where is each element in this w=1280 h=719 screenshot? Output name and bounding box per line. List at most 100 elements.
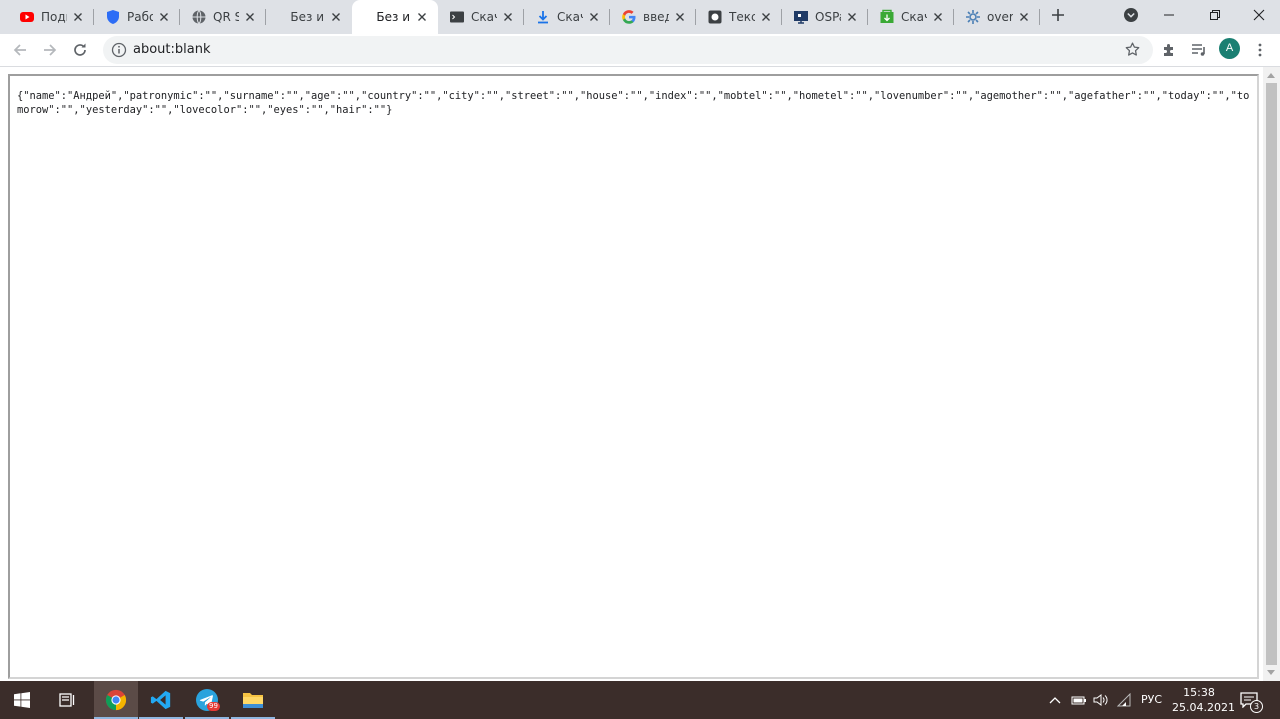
tab-close-icon[interactable] xyxy=(500,9,516,25)
tab-strip: Подк Рабо QR S Без и Без и Скач Скач введ Текст O… xyxy=(0,0,1280,34)
tab-7[interactable]: Скач xyxy=(524,0,610,34)
network-tray-icon[interactable] xyxy=(1117,692,1133,708)
tab-search-button[interactable] xyxy=(1120,4,1142,26)
globe-icon xyxy=(192,10,206,24)
tab-10[interactable]: OSPa xyxy=(782,0,868,34)
tab-8[interactable]: введ xyxy=(610,0,696,34)
tab-4[interactable]: Без и xyxy=(266,0,352,34)
tab-close-icon[interactable] xyxy=(758,9,774,25)
gear-icon xyxy=(966,10,980,24)
tab-title: OSPa xyxy=(815,10,841,24)
tab-title: введ xyxy=(643,10,669,24)
task-view-button[interactable] xyxy=(45,681,89,719)
battery-tray-icon[interactable] xyxy=(1071,692,1087,708)
json-text-content[interactable]: {"name":"Андрей","patronymic":"","surnam… xyxy=(17,89,1253,117)
chevron-up-icon xyxy=(1049,697,1061,704)
folder-icon xyxy=(243,693,263,708)
vscode-icon xyxy=(150,690,171,710)
tab-title: QR S xyxy=(213,10,239,24)
url-text[interactable]: about:blank xyxy=(133,41,211,59)
volume-tray-icon[interactable] xyxy=(1093,692,1109,708)
tab-title: Скач xyxy=(557,10,583,24)
forward-button[interactable] xyxy=(38,38,62,62)
tab-close-icon[interactable] xyxy=(328,9,344,25)
tab-close-icon[interactable] xyxy=(1016,9,1032,25)
tab-title: Скач xyxy=(901,10,927,24)
reload-button[interactable] xyxy=(68,38,92,62)
start-button[interactable] xyxy=(0,681,44,719)
back-button[interactable] xyxy=(8,38,32,62)
scroll-down-arrow[interactable] xyxy=(1267,670,1275,675)
terminal-icon xyxy=(450,11,464,23)
arrow-right-icon xyxy=(44,44,57,56)
google-icon xyxy=(622,10,636,24)
menu-button[interactable] xyxy=(1248,38,1272,62)
tab-close-icon[interactable] xyxy=(414,9,430,25)
profile-avatar[interactable]: A xyxy=(1219,38,1240,59)
tab-2[interactable]: Рабо xyxy=(94,0,180,34)
tab-title: Рабо xyxy=(127,10,153,24)
address-bar[interactable]: about:blank xyxy=(103,36,1153,64)
tab-title: overf xyxy=(987,10,1013,24)
system-clock[interactable]: 15:38 25.04.2021 xyxy=(1172,685,1235,715)
wifi-icon xyxy=(1117,693,1131,707)
tab-5[interactable]: Без и xyxy=(352,0,438,34)
scrollbar-thumb[interactable] xyxy=(1266,83,1277,665)
bookmark-star-icon[interactable] xyxy=(1124,41,1141,58)
tab-title: Без и xyxy=(290,10,324,24)
battery-icon xyxy=(1071,696,1086,705)
chevron-down-circle-icon xyxy=(1124,8,1138,22)
show-hidden-icons-button[interactable] xyxy=(1048,692,1062,708)
notification-count-badge: 3 xyxy=(1250,700,1263,713)
restore-icon xyxy=(1210,10,1220,20)
playlist-icon xyxy=(1192,44,1205,56)
page-content: {"name":"Андрей","patronymic":"","surnam… xyxy=(0,67,1280,681)
media-control-button[interactable] xyxy=(1187,38,1211,62)
new-tab-button[interactable] xyxy=(1047,4,1069,26)
close-icon xyxy=(1253,9,1265,21)
restore-button[interactable] xyxy=(1204,4,1226,26)
clock-time: 15:38 xyxy=(1183,686,1215,699)
windows-taskbar: 99 РУС 15:38 25.04.2021 3 xyxy=(0,681,1280,719)
tab-3[interactable]: QR S xyxy=(180,0,266,34)
tab-title: Текст xyxy=(729,10,755,24)
text-area-frame[interactable]: {"name":"Андрей","patronymic":"","surnam… xyxy=(8,74,1259,679)
language-indicator[interactable]: РУС xyxy=(1141,692,1162,708)
speaker-icon xyxy=(1093,694,1108,706)
tab-6[interactable]: Скач xyxy=(438,0,524,34)
windows-logo-icon xyxy=(14,692,30,708)
taskbar-vscode[interactable] xyxy=(139,681,183,719)
tab-close-icon[interactable] xyxy=(242,9,258,25)
tab-12[interactable]: overf xyxy=(954,0,1040,34)
plus-icon xyxy=(1052,9,1064,21)
tab-11[interactable]: Скач xyxy=(868,0,954,34)
tab-close-icon[interactable] xyxy=(70,9,86,25)
taskbar-telegram[interactable]: 99 xyxy=(185,681,229,719)
clock-date: 25.04.2021 xyxy=(1172,701,1235,714)
youtube-icon xyxy=(20,12,34,22)
tab-title: Скач xyxy=(471,10,497,24)
tab-9[interactable]: Текст xyxy=(696,0,782,34)
monitor-icon xyxy=(794,11,808,24)
minimize-icon xyxy=(1164,14,1174,16)
minimize-button[interactable] xyxy=(1158,4,1180,26)
tab-title: Без и xyxy=(376,10,410,24)
extensions-button[interactable] xyxy=(1157,38,1181,62)
info-icon[interactable] xyxy=(111,42,127,58)
tab-close-icon[interactable] xyxy=(672,9,688,25)
scroll-up-arrow[interactable] xyxy=(1267,73,1275,78)
taskbar-chrome[interactable] xyxy=(94,681,138,719)
tab-close-icon[interactable] xyxy=(586,9,602,25)
close-window-button[interactable] xyxy=(1248,4,1270,26)
tab-close-icon[interactable] xyxy=(844,9,860,25)
download-icon xyxy=(538,11,548,24)
chrome-icon xyxy=(105,689,127,711)
three-dots-vertical-icon xyxy=(1258,43,1262,57)
green-app-icon xyxy=(880,9,894,23)
tab-close-icon[interactable] xyxy=(930,9,946,25)
task-view-icon xyxy=(59,693,75,707)
tab-close-icon[interactable] xyxy=(156,9,172,25)
tab-1[interactable]: Подк xyxy=(8,0,94,34)
vertical-scrollbar[interactable] xyxy=(1263,67,1280,681)
taskbar-file-explorer[interactable] xyxy=(231,681,275,719)
